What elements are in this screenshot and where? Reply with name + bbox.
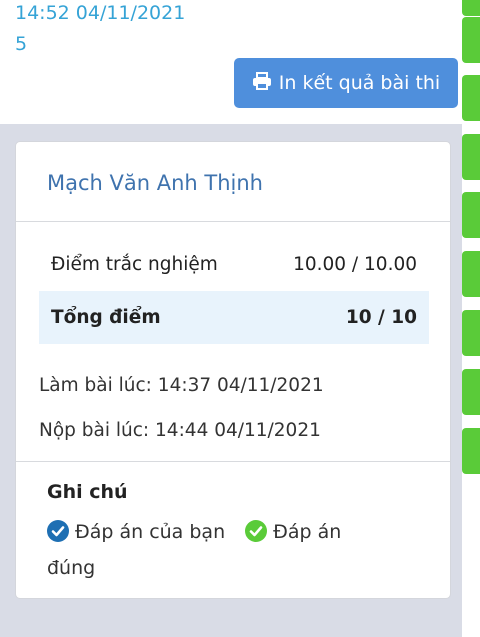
question-status-marker[interactable] [462,0,480,16]
total-label: Tổng điểm [51,307,161,328]
header-area: 14:52 04/11/2021 5 In kết quả bài thi [0,0,462,124]
legend-your-answer: Đáp án của bạn [75,521,226,543]
correct-answer-check-icon [245,520,268,552]
question-status-marker[interactable] [462,251,480,297]
printer-icon [252,71,272,95]
question-status-strip [462,0,480,637]
question-status-marker[interactable] [462,17,480,63]
header-time: 14:52 04/11/2021 [15,2,186,24]
question-status-marker[interactable] [462,369,480,415]
legend-correct-answer-cont: đúng [47,557,96,579]
question-status-marker[interactable] [462,192,480,238]
print-button-label: In kết quả bài thi [278,72,441,94]
result-card: Mạch Văn Anh Thịnh Điểm trắc nghiệm 10.0… [15,141,451,599]
total-value: 10 / 10 [345,307,417,328]
score-label: Điểm trắc nghiệm [51,254,218,275]
score-value: 10.00 / 10.00 [293,254,417,275]
your-answer-check-icon [47,520,69,552]
header-line-2: 5 [15,33,28,55]
question-status-marker[interactable] [462,310,480,356]
question-status-marker[interactable] [462,134,480,180]
score-row-quiz: Điểm trắc nghiệm 10.00 / 10.00 [39,238,429,291]
divider [16,461,450,462]
student-name: Mạch Văn Anh Thịnh [47,171,263,195]
submit-time: Nộp bài lúc: 14:44 04/11/2021 [39,420,321,441]
divider [16,221,450,222]
question-status-marker[interactable] [462,428,480,474]
legend: Đáp án của bạn Đáp án đúng [47,516,417,584]
legend-correct-answer: Đáp án [273,521,342,543]
print-result-button[interactable]: In kết quả bài thi [234,58,458,108]
notes-title: Ghi chú [47,481,128,503]
start-time: Làm bài lúc: 14:37 04/11/2021 [39,375,324,396]
score-row-total: Tổng điểm 10 / 10 [39,291,429,344]
question-status-marker[interactable] [462,75,480,121]
